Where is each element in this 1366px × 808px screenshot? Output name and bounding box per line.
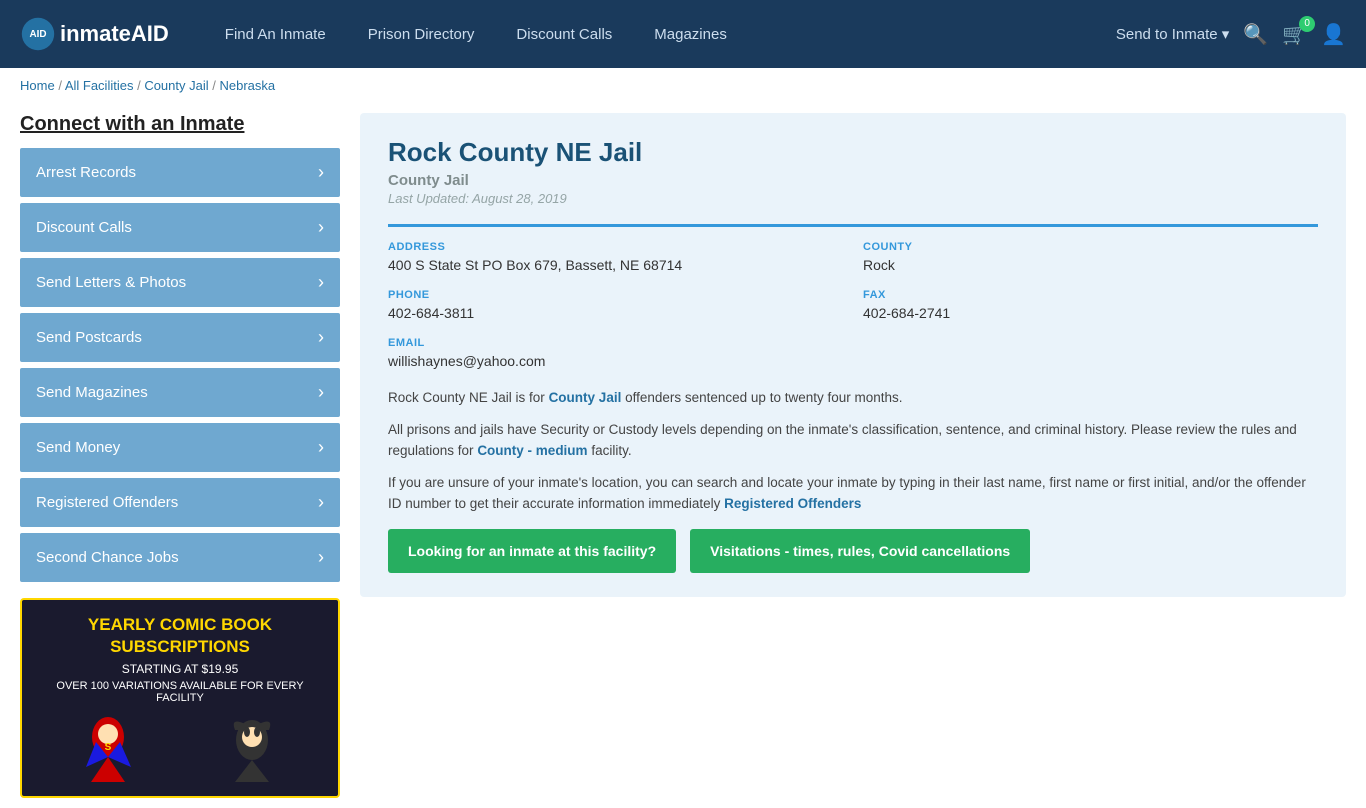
- facility-info-grid: ADDRESS 400 S State St PO Box 679, Basse…: [388, 224, 1318, 369]
- cart-badge-count: 0: [1299, 16, 1315, 32]
- nav-find-inmate[interactable]: Find An Inmate: [209, 18, 342, 51]
- logo[interactable]: AID inmateAID: [20, 16, 169, 52]
- sidebar-item-send-postcards[interactable]: Send Postcards ›: [20, 313, 340, 362]
- arrow-icon: ›: [318, 327, 324, 348]
- email-value: willishaynes@yahoo.com: [388, 353, 843, 369]
- facility-card: Rock County NE Jail County Jail Last Upd…: [360, 113, 1346, 597]
- phone-block: PHONE 402-684-3811: [388, 289, 843, 321]
- main-layout: Connect with an Inmate Arrest Records › …: [0, 103, 1366, 808]
- fax-value: 402-684-2741: [863, 305, 1318, 321]
- header: AID inmateAID Find An Inmate Prison Dire…: [0, 0, 1366, 68]
- batman-graphic: [225, 712, 280, 782]
- desc2-end: facility.: [588, 443, 632, 458]
- facility-description: Rock County NE Jail is for County Jail o…: [388, 387, 1318, 515]
- send-to-inmate-button[interactable]: Send to Inmate ▾: [1116, 25, 1229, 43]
- arrow-icon: ›: [318, 437, 324, 458]
- arrow-icon: ›: [318, 162, 324, 183]
- sidebar-item-discount-calls[interactable]: Discount Calls ›: [20, 203, 340, 252]
- nav-prison-directory[interactable]: Prison Directory: [352, 18, 491, 51]
- ad-heroes: S: [36, 712, 324, 782]
- county-block: COUNTY Rock: [863, 241, 1318, 273]
- sidebar-item-arrest-records[interactable]: Arrest Records ›: [20, 148, 340, 197]
- fax-label: FAX: [863, 289, 1318, 301]
- desc1-end: offenders sentenced up to twenty four mo…: [621, 390, 902, 405]
- phone-label: PHONE: [388, 289, 843, 301]
- sidebar-item-send-magazines[interactable]: Send Magazines ›: [20, 368, 340, 417]
- facility-name: Rock County NE Jail: [388, 137, 1318, 168]
- nav-right: Send to Inmate ▾ 🔍 🛒 0 👤: [1116, 22, 1346, 47]
- sidebar-item-registered-offenders[interactable]: Registered Offenders ›: [20, 478, 340, 527]
- phone-value: 402-684-3811: [388, 305, 843, 321]
- svg-text:S: S: [104, 742, 111, 753]
- breadcrumb-all-facilities[interactable]: All Facilities: [65, 78, 134, 93]
- county-value: Rock: [863, 257, 1318, 273]
- arrow-icon: ›: [318, 217, 324, 238]
- county-medium-link[interactable]: County - medium: [477, 443, 587, 458]
- sidebar-item-send-letters[interactable]: Send Letters & Photos ›: [20, 258, 340, 307]
- cart-button[interactable]: 🛒 0: [1282, 22, 1307, 47]
- superman-graphic: S: [81, 712, 136, 782]
- svg-text:AID: AID: [29, 29, 46, 40]
- email-label: EMAIL: [388, 337, 843, 349]
- breadcrumb-county-jail[interactable]: County Jail: [144, 78, 208, 93]
- looking-for-inmate-button[interactable]: Looking for an inmate at this facility?: [388, 529, 676, 573]
- user-icon[interactable]: 👤: [1321, 22, 1346, 47]
- ad-banner[interactable]: YEARLY COMIC BOOK SUBSCRIPTIONS STARTING…: [20, 598, 340, 798]
- address-block: ADDRESS 400 S State St PO Box 679, Basse…: [388, 241, 843, 273]
- sidebar-item-send-money[interactable]: Send Money ›: [20, 423, 340, 472]
- main-content: Rock County NE Jail County Jail Last Upd…: [360, 113, 1346, 798]
- nav-discount-calls[interactable]: Discount Calls: [500, 18, 628, 51]
- county-label: COUNTY: [863, 241, 1318, 253]
- sidebar-item-second-chance-jobs[interactable]: Second Chance Jobs ›: [20, 533, 340, 582]
- ad-title: YEARLY COMIC BOOK SUBSCRIPTIONS: [36, 614, 324, 658]
- address-value: 400 S State St PO Box 679, Bassett, NE 6…: [388, 257, 843, 273]
- email-block: EMAIL willishaynes@yahoo.com: [388, 337, 843, 369]
- sidebar-title: Connect with an Inmate: [20, 113, 340, 136]
- desc1-text: Rock County NE Jail is for: [388, 390, 549, 405]
- breadcrumb-home[interactable]: Home: [20, 78, 55, 93]
- breadcrumb: Home / All Facilities / County Jail / Ne…: [0, 68, 1366, 103]
- logo-text: inmateAID: [60, 21, 169, 47]
- action-buttons: Looking for an inmate at this facility? …: [388, 529, 1318, 573]
- fax-block: FAX 402-684-2741: [863, 289, 1318, 321]
- ad-desc: OVER 100 VARIATIONS AVAILABLE FOR EVERY …: [36, 680, 324, 704]
- registered-offenders-link[interactable]: Registered Offenders: [724, 496, 861, 511]
- nav-magazines[interactable]: Magazines: [638, 18, 743, 51]
- facility-type: County Jail: [388, 172, 1318, 189]
- arrow-icon: ›: [318, 547, 324, 568]
- arrow-icon: ›: [318, 492, 324, 513]
- sidebar: Connect with an Inmate Arrest Records › …: [20, 113, 340, 798]
- search-icon[interactable]: 🔍: [1243, 22, 1268, 47]
- breadcrumb-nebraska[interactable]: Nebraska: [219, 78, 275, 93]
- facility-updated: Last Updated: August 28, 2019: [388, 191, 1318, 206]
- ad-sub: STARTING AT $19.95: [36, 662, 324, 676]
- visitations-button[interactable]: Visitations - times, rules, Covid cancel…: [690, 529, 1030, 573]
- arrow-icon: ›: [318, 272, 324, 293]
- county-jail-link[interactable]: County Jail: [549, 390, 622, 405]
- address-label: ADDRESS: [388, 241, 843, 253]
- sidebar-menu: Arrest Records › Discount Calls › Send L…: [20, 148, 340, 582]
- main-nav: Find An Inmate Prison Directory Discount…: [209, 18, 1116, 51]
- arrow-icon: ›: [318, 382, 324, 403]
